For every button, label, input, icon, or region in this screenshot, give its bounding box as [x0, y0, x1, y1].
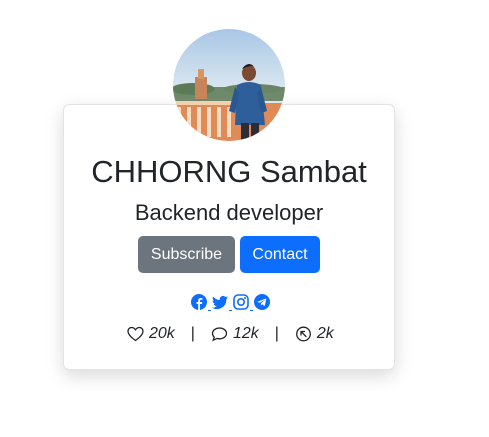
comments-stat[interactable]: 12k [211, 325, 259, 343]
profile-stats: 20k | 12k | 2k [127, 323, 334, 345]
comment-icon [211, 327, 228, 342]
share-arrow-icon [295, 326, 311, 342]
instagram-icon [233, 294, 249, 310]
facebook-link[interactable] [190, 293, 208, 311]
stat-divider: | [190, 325, 195, 342]
profile-role: Backend developer [134, 200, 324, 225]
shares-stat[interactable]: 2k [295, 325, 334, 343]
contact-button[interactable]: Contact [240, 236, 320, 273]
telegram-icon [254, 294, 270, 310]
profile-page: CHHORNG Sambat Backend developer Subscri… [0, 0, 489, 437]
profile-name: CHHORNG Sambat [91, 154, 367, 189]
instagram-link[interactable] [232, 293, 250, 311]
twitter-icon [212, 295, 228, 310]
avatar [173, 29, 285, 141]
likes-stat[interactable]: 20k [127, 325, 175, 343]
shares-count: 2k [316, 325, 334, 342]
stat-divider: | [274, 325, 279, 342]
telegram-link[interactable] [253, 293, 271, 311]
subscribe-button[interactable]: Subscribe [138, 236, 235, 273]
social-links [190, 293, 271, 311]
likes-count: 20k [149, 325, 175, 342]
avatar-photo [173, 29, 285, 141]
heart-icon [127, 326, 144, 342]
twitter-link[interactable] [211, 293, 229, 311]
comments-count: 12k [232, 325, 259, 342]
facebook-icon [191, 294, 207, 310]
